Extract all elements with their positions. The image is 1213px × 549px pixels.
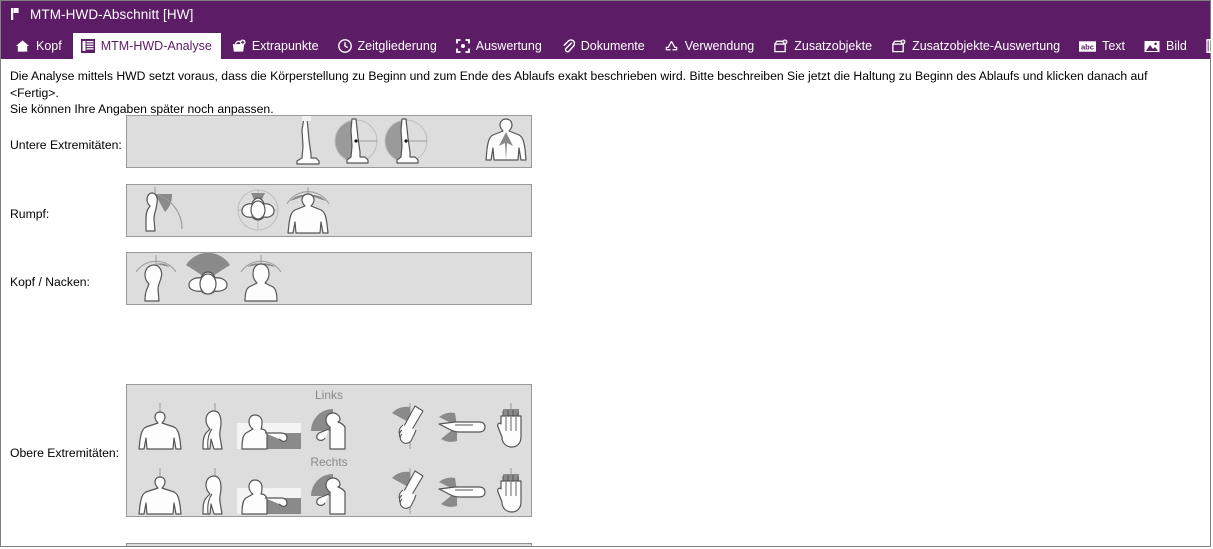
brackets-icon bbox=[455, 39, 470, 53]
person-flag-icon bbox=[9, 6, 23, 22]
tab-label: Extrapunkte bbox=[251, 39, 319, 53]
tab-label: Text bbox=[1102, 39, 1125, 53]
box-plus-icon bbox=[773, 39, 788, 53]
tab-label: Dokumente bbox=[580, 39, 645, 53]
svg-text:abc: abc bbox=[1081, 42, 1094, 51]
tab-label: Zusatzobjekte-Auswertung bbox=[912, 39, 1061, 53]
option-head-side[interactable] bbox=[130, 253, 182, 304]
tab-mtm-hwd-analyse[interactable]: MTM-HWD-Analyse bbox=[72, 33, 221, 59]
recycle-icon bbox=[664, 39, 679, 53]
option-arm-raised-left[interactable] bbox=[305, 403, 361, 451]
tab-zusatzobjekte-auswertung[interactable]: Zusatzobjekte-Auswertung bbox=[883, 33, 1069, 59]
panel-upper-extremities[interactable]: Links Rechts bbox=[126, 384, 532, 517]
option-leg-bent-dial-2[interactable] bbox=[382, 116, 430, 167]
clock-icon bbox=[337, 39, 352, 53]
abc-icon: abc bbox=[1079, 40, 1097, 53]
option-trunk-bend-side[interactable] bbox=[132, 185, 192, 236]
option-hand-grip-right[interactable] bbox=[385, 468, 435, 516]
tab-extrapunkte[interactable]: Extrapunkte bbox=[223, 33, 328, 59]
option-head-top-rotation[interactable] bbox=[179, 253, 237, 304]
tab-verwendung[interactable]: Verwendung bbox=[656, 33, 764, 59]
tab-kopf[interactable]: Kopf bbox=[7, 33, 71, 59]
option-hand-flat-right[interactable] bbox=[435, 468, 491, 516]
panel-head-neck[interactable] bbox=[126, 252, 532, 305]
box-plus-icon bbox=[891, 39, 906, 53]
upper-row-right bbox=[127, 468, 531, 516]
tab-text[interactable]: abc Text bbox=[1071, 33, 1134, 59]
option-arm-side-left[interactable] bbox=[190, 403, 240, 451]
side-label-right: Rechts bbox=[310, 455, 348, 469]
tab-auswertung[interactable]: Auswertung bbox=[448, 33, 551, 59]
option-trunk-rotation-top[interactable] bbox=[232, 185, 284, 236]
paperclip-icon bbox=[561, 39, 575, 53]
tab-dokumente[interactable]: Dokumente bbox=[553, 33, 654, 59]
label-lower-extremities: Untere Extremitäten: bbox=[10, 138, 122, 152]
option-torso-front-arrow[interactable] bbox=[482, 116, 530, 167]
option-arm-raised-right[interactable] bbox=[305, 468, 361, 516]
panel-lower-extremities[interactable] bbox=[126, 115, 532, 168]
option-head-front[interactable] bbox=[235, 253, 287, 304]
option-trunk-front[interactable] bbox=[282, 185, 334, 236]
option-hand-open-right[interactable] bbox=[489, 468, 533, 516]
tab-label: Kopf bbox=[36, 39, 62, 53]
home-icon bbox=[15, 39, 30, 53]
tab-label: Auswertung bbox=[475, 39, 542, 53]
intro-text: Die Analyse mittels HWD setzt voraus, da… bbox=[10, 68, 1190, 118]
side-label-left: Links bbox=[314, 388, 343, 402]
option-arm-front-left[interactable] bbox=[132, 403, 188, 451]
option-leg-standing[interactable] bbox=[282, 116, 330, 167]
application-window: MTM-HWD-Abschnitt [HW] Kopf MTM-HWD-Anal bbox=[0, 0, 1213, 547]
book-icon bbox=[1206, 39, 1213, 53]
done-button[interactable]: Fertig bbox=[126, 543, 532, 546]
tab-label: Bild bbox=[1166, 39, 1187, 53]
option-hand-open-left[interactable] bbox=[489, 403, 533, 451]
content-area: Die Analyse mittels HWD setzt voraus, da… bbox=[1, 59, 1210, 546]
tab-label: Zeitgliederung bbox=[357, 39, 437, 53]
option-arm-front-right[interactable] bbox=[132, 468, 188, 516]
upper-row-left bbox=[127, 403, 531, 451]
option-leg-bent-dial[interactable] bbox=[332, 116, 380, 167]
panel-trunk[interactable] bbox=[126, 184, 532, 237]
tab-label: MTM-HWD-Analyse bbox=[100, 39, 212, 53]
intro-line-1: Die Analyse mittels HWD setzt voraus, da… bbox=[10, 69, 1148, 100]
window-title: MTM-HWD-Abschnitt [HW] bbox=[30, 6, 194, 22]
label-head-neck: Kopf / Nacken: bbox=[10, 275, 90, 289]
option-hand-flat-left[interactable] bbox=[435, 403, 491, 451]
tab-zeitgliederung[interactable]: Zeitgliederung bbox=[330, 33, 446, 59]
option-arm-side-right[interactable] bbox=[190, 468, 240, 516]
title-bar: MTM-HWD-Abschnitt [HW] bbox=[1, 1, 1210, 27]
tab-label: Verwendung bbox=[684, 39, 755, 53]
option-hand-grip-left[interactable] bbox=[385, 403, 435, 451]
label-upper-extremities: Obere Extremitäten: bbox=[10, 446, 120, 460]
option-arm-reach-table-right[interactable] bbox=[237, 468, 301, 516]
list-icon bbox=[80, 39, 95, 53]
bag-plus-icon bbox=[231, 39, 246, 53]
picture-icon bbox=[1144, 40, 1160, 53]
tab-bar[interactable]: Kopf MTM-HWD-Analyse Extrapunkte Zeitgli… bbox=[1, 27, 1213, 59]
option-arm-reach-table-left[interactable] bbox=[237, 403, 301, 451]
tab-label: Zusatzobjekte bbox=[794, 39, 873, 53]
tab-zusatzobjekte[interactable]: Zusatzobjekte bbox=[765, 33, 881, 59]
tab-bild[interactable]: Bild bbox=[1136, 33, 1196, 59]
label-trunk: Rumpf: bbox=[10, 207, 50, 221]
tab-tagebuch[interactable]: Tagebuch bbox=[1198, 33, 1213, 59]
